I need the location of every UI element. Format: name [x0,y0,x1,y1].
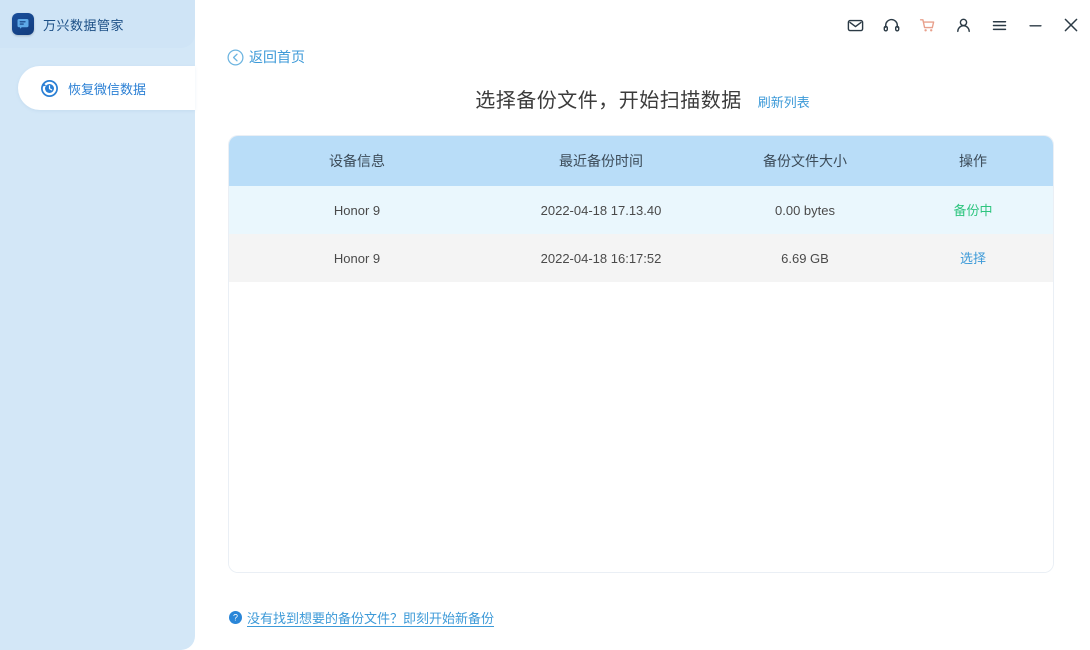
table-empty-area [229,282,1053,572]
page-title-row: 选择备份文件，开始扫描数据 刷新列表 [195,84,1090,113]
table-header-row: 设备信息 最近备份时间 备份文件大小 操作 [229,136,1053,186]
sidebar-item-label: 恢复微信数据 [68,81,147,97]
sidebar-item-recover-wechat-data[interactable]: 恢复微信数据 [18,66,195,110]
app-logo-area: 万兴数据管家 [0,0,195,48]
main-content: 返回首页 选择备份文件，开始扫描数据 刷新列表 设备信息 最近备份时间 备份文件… [195,0,1090,650]
cell-backup-size: 6.69 GB [781,250,829,266]
column-header-backup-size: 备份文件大小 [763,153,847,169]
page-title: 选择备份文件，开始扫描数据 [475,90,742,112]
app-window: 万兴数据管家 恢复微信数据 返回首页 选择备份文件，开始扫描数据 刷新列表 设备… [0,0,1090,650]
cell-last-backup-time: 2022-04-18 17.13.40 [540,202,662,218]
column-header-last-backup-time: 最近备份时间 [559,153,643,169]
column-header-action: 操作 [959,153,987,169]
backup-file-table: 设备信息 最近备份时间 备份文件大小 操作 Honor 9 2022-04-18… [229,136,1053,572]
cell-device: Honor 9 [333,202,381,218]
sidebar: 万兴数据管家 恢复微信数据 [0,0,195,650]
chat-bubble-logo-icon [12,13,34,35]
app-title: 万兴数据管家 [43,17,125,33]
svg-text:?: ? [233,613,238,623]
cell-device: Honor 9 [333,250,381,266]
refresh-list-link[interactable]: 刷新列表 [758,92,810,111]
start-new-backup-label: 没有找到想要的备份文件？即刻开始新备份 [247,611,495,626]
back-to-home-label: 返回首页 [249,49,305,65]
question-circle-icon: ? [229,611,242,624]
table-row[interactable]: Honor 9 2022-04-18 16:17:52 6.69 GB 选择 [229,234,1053,282]
restore-clock-icon [40,79,59,98]
row-action-select[interactable]: 选择 [960,251,986,266]
column-header-device: 设备信息 [329,153,385,169]
back-to-home-link[interactable]: 返回首页 [227,47,305,67]
table-row[interactable]: Honor 9 2022-04-18 17.13.40 0.00 bytes 备… [229,186,1053,234]
row-action-backing-up[interactable]: 备份中 [953,203,992,218]
cell-last-backup-time: 2022-04-18 16:17:52 [540,250,662,266]
chevron-left-circle-icon [227,48,244,66]
cell-backup-size: 0.00 bytes [775,202,835,218]
start-new-backup-link[interactable]: ? 没有找到想要的备份文件？即刻开始新备份 [229,608,494,627]
